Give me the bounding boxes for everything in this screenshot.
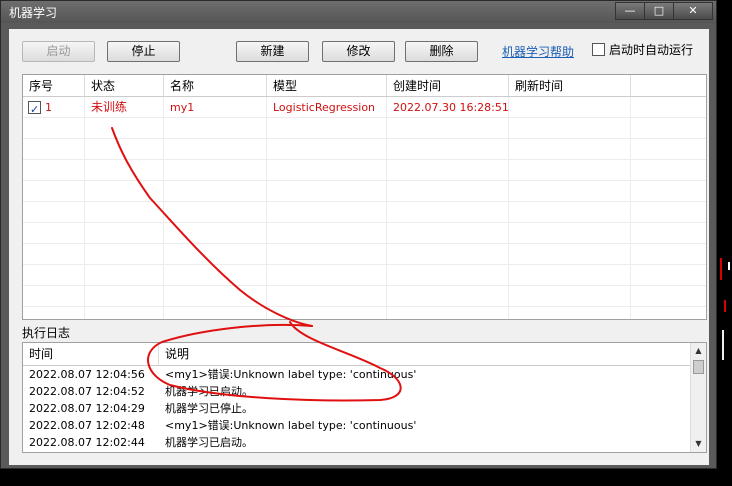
log-time: 2022.08.07 12:04:52 — [29, 385, 145, 398]
title-bar[interactable]: 机器学习 — □ ✕ — [1, 1, 716, 23]
column-header-index[interactable]: 序号 — [23, 75, 85, 96]
log-message: <my1>错误:Unknown label type: 'continuous' — [165, 419, 417, 432]
new-button[interactable]: 新建 — [236, 41, 309, 62]
row-index: 1 — [45, 100, 52, 114]
row-checkbox[interactable] — [28, 99, 41, 117]
scroll-thumb[interactable] — [693, 360, 704, 374]
log-row[interactable]: 2022.08.07 12:04:52 机器学习已启动。 — [23, 383, 706, 400]
empty-row — [23, 265, 706, 286]
log-message: 机器学习已启动。 — [165, 436, 253, 449]
maximize-icon[interactable]: □ — [644, 2, 674, 20]
empty-row — [23, 118, 706, 139]
log-table-header: 时间 说明 — [23, 343, 706, 366]
column-header-created[interactable]: 创建时间 — [387, 75, 509, 96]
log-message: 机器学习已停止。 — [165, 402, 253, 415]
minimize-icon[interactable]: — — [615, 2, 645, 20]
column-header-name[interactable]: 名称 — [164, 75, 267, 96]
log-row[interactable]: 2022.08.07 12:02:48 <my1>错误:Unknown labe… — [23, 417, 706, 434]
row-created: 2022.07.30 16:28:51 — [387, 97, 509, 117]
close-icon[interactable]: ✕ — [673, 2, 713, 20]
background-strip — [0, 470, 732, 486]
log-scrollbar[interactable]: ▲ ▼ — [690, 343, 706, 452]
log-row[interactable]: 2022.08.07 12:04:56 <my1>错误:Unknown labe… — [23, 366, 706, 383]
column-header-refreshed[interactable]: 刷新时间 — [509, 75, 631, 96]
autorun-option[interactable]: 启动时自动运行 — [592, 41, 693, 58]
log-time: 2022.08.07 12:04:56 — [29, 368, 145, 381]
scroll-up-icon[interactable]: ▲ — [691, 343, 706, 359]
empty-row — [23, 223, 706, 244]
log-time: 2022.08.07 12:04:29 — [29, 402, 145, 415]
row-name: my1 — [164, 97, 267, 117]
background-chart-edge — [718, 0, 732, 486]
client-area: 启动 停止 新建 修改 删除 机器学习帮助 启动时自动运行 序号 状态 名称 模… — [9, 29, 709, 465]
log-column-time[interactable]: 时间 — [23, 343, 159, 365]
log-section-label: 执行日志 — [22, 326, 71, 340]
ml-window: 机器学习 — □ ✕ 启动 停止 新建 修改 删除 机器学习帮助 启动时自动运行… — [0, 0, 717, 469]
empty-row — [23, 202, 706, 223]
window-title: 机器学习 — [9, 6, 58, 20]
log-table: 时间 说明 2022.08.07 12:04:56 <my1>错误:Unknow… — [22, 342, 707, 453]
row-refreshed — [509, 97, 631, 117]
column-header-status[interactable]: 状态 — [85, 75, 164, 96]
model-table-header: 序号 状态 名称 模型 创建时间 刷新时间 — [23, 75, 706, 97]
table-row[interactable]: 1 未训练 my1 LogisticRegression 2022.07.30 … — [23, 97, 706, 118]
column-header-model[interactable]: 模型 — [267, 75, 387, 96]
row-index-cell: 1 — [23, 97, 85, 117]
log-row[interactable]: 2022.08.07 12:04:29 机器学习已停止。 — [23, 400, 706, 417]
row-status: 未训练 — [85, 97, 164, 117]
autorun-checkbox[interactable] — [592, 43, 605, 56]
log-message: 机器学习已启动。 — [165, 385, 253, 398]
empty-row — [23, 139, 706, 160]
log-time: 2022.08.07 12:02:44 — [29, 436, 145, 449]
empty-row — [23, 307, 706, 319]
scroll-down-icon[interactable]: ▼ — [691, 436, 706, 452]
delete-button[interactable]: 删除 — [405, 41, 478, 62]
empty-row — [23, 286, 706, 307]
autorun-label: 启动时自动运行 — [609, 43, 694, 57]
log-time: 2022.08.07 12:02:48 — [29, 419, 145, 432]
start-button[interactable]: 启动 — [22, 41, 95, 62]
stop-button[interactable]: 停止 — [107, 41, 180, 62]
log-column-message[interactable]: 说明 — [159, 343, 692, 365]
edit-button[interactable]: 修改 — [322, 41, 395, 62]
row-model: LogisticRegression — [267, 97, 387, 117]
empty-row — [23, 244, 706, 265]
log-message: <my1>错误:Unknown label type: 'continuous' — [165, 368, 417, 381]
help-link[interactable]: 机器学习帮助 — [502, 43, 574, 60]
model-table: 序号 状态 名称 模型 创建时间 刷新时间 1 未训练 my1 Logistic… — [22, 74, 707, 320]
empty-row — [23, 181, 706, 202]
log-row[interactable]: 2022.08.07 12:02:44 机器学习已启动。 — [23, 434, 706, 451]
empty-row — [23, 160, 706, 181]
